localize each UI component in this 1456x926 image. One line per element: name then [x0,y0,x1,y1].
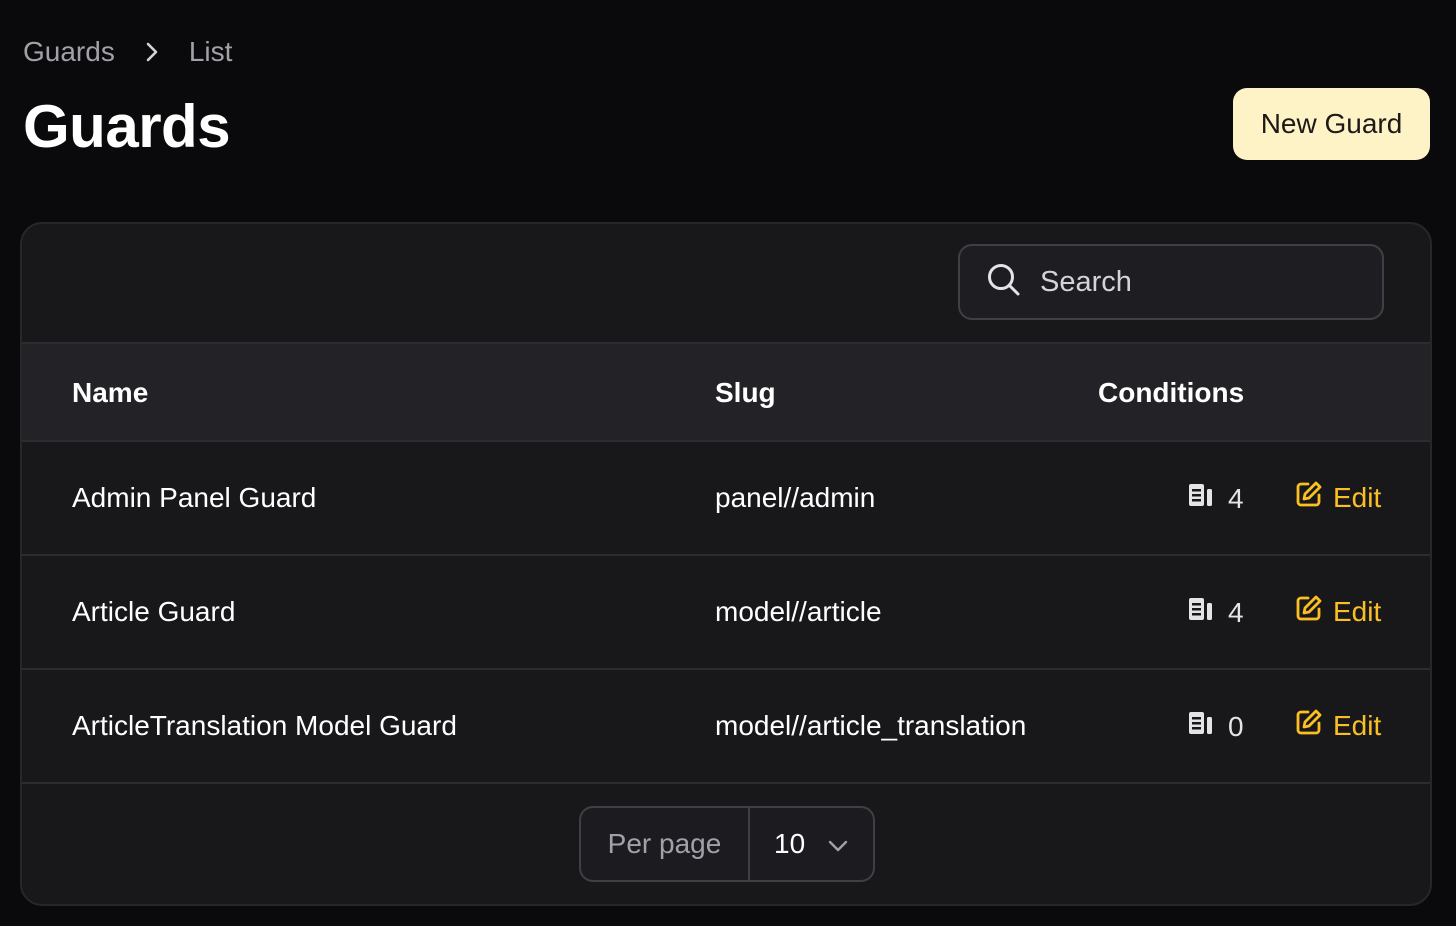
table-header: Name Slug Conditions [22,344,1430,442]
conditions-count: 4 [1188,596,1244,629]
conditions-count: 0 [1188,710,1244,743]
edit-label: Edit [1333,709,1382,741]
edit-icon [1295,594,1323,629]
table-row[interactable]: Article Guard model//article 4 Edit [22,556,1430,670]
table-toolbar [22,224,1430,344]
edit-icon [1295,708,1323,743]
edit-icon [1295,480,1323,515]
per-page-value: 10 [774,828,806,859]
per-page-select[interactable]: 10 [750,808,873,880]
search-icon [986,262,1022,303]
header-name[interactable]: Name [72,377,148,409]
conditions-value: 4 [1228,482,1244,514]
chevron-right-icon [115,36,189,68]
search-box[interactable] [958,244,1384,320]
conditions-value: 4 [1228,596,1244,628]
list-icon [1188,710,1214,743]
breadcrumb: Guards List [23,36,232,68]
per-page-control: Per page 10 [579,806,875,882]
table-footer: Per page 10 [22,784,1430,904]
edit-label: Edit [1333,481,1382,513]
row-name: Article Guard [72,596,236,627]
breadcrumb-item-guards[interactable]: Guards [23,36,115,68]
new-guard-button[interactable]: New Guard [1233,88,1430,160]
per-page-label: Per page [581,808,750,880]
header-conditions[interactable]: Conditions [1098,377,1244,409]
list-icon [1188,482,1214,515]
breadcrumb-item-list: List [188,36,233,67]
chevron-down-icon [827,828,849,860]
list-icon [1188,596,1214,629]
edit-label: Edit [1333,595,1382,627]
search-input[interactable] [1040,265,1360,299]
page-title: Guards [23,93,231,160]
row-slug: model//article [715,596,882,627]
row-name: ArticleTranslation Model Guard [72,710,457,741]
edit-button[interactable]: Edit [1295,708,1381,743]
row-name: Admin Panel Guard [72,482,317,513]
row-slug: panel//admin [715,482,876,513]
conditions-value: 0 [1228,710,1244,742]
header-slug[interactable]: Slug [715,377,776,409]
edit-button[interactable]: Edit [1295,480,1381,515]
table-row[interactable]: Admin Panel Guard panel//admin 4 Edit [22,442,1430,556]
conditions-count: 4 [1188,482,1244,515]
table-row[interactable]: ArticleTranslation Model Guard model//ar… [22,670,1430,784]
edit-button[interactable]: Edit [1295,594,1381,629]
guards-table-card: Name Slug Conditions Admin Panel Guard p… [20,222,1432,906]
row-slug: model//article_translation [715,710,1027,741]
